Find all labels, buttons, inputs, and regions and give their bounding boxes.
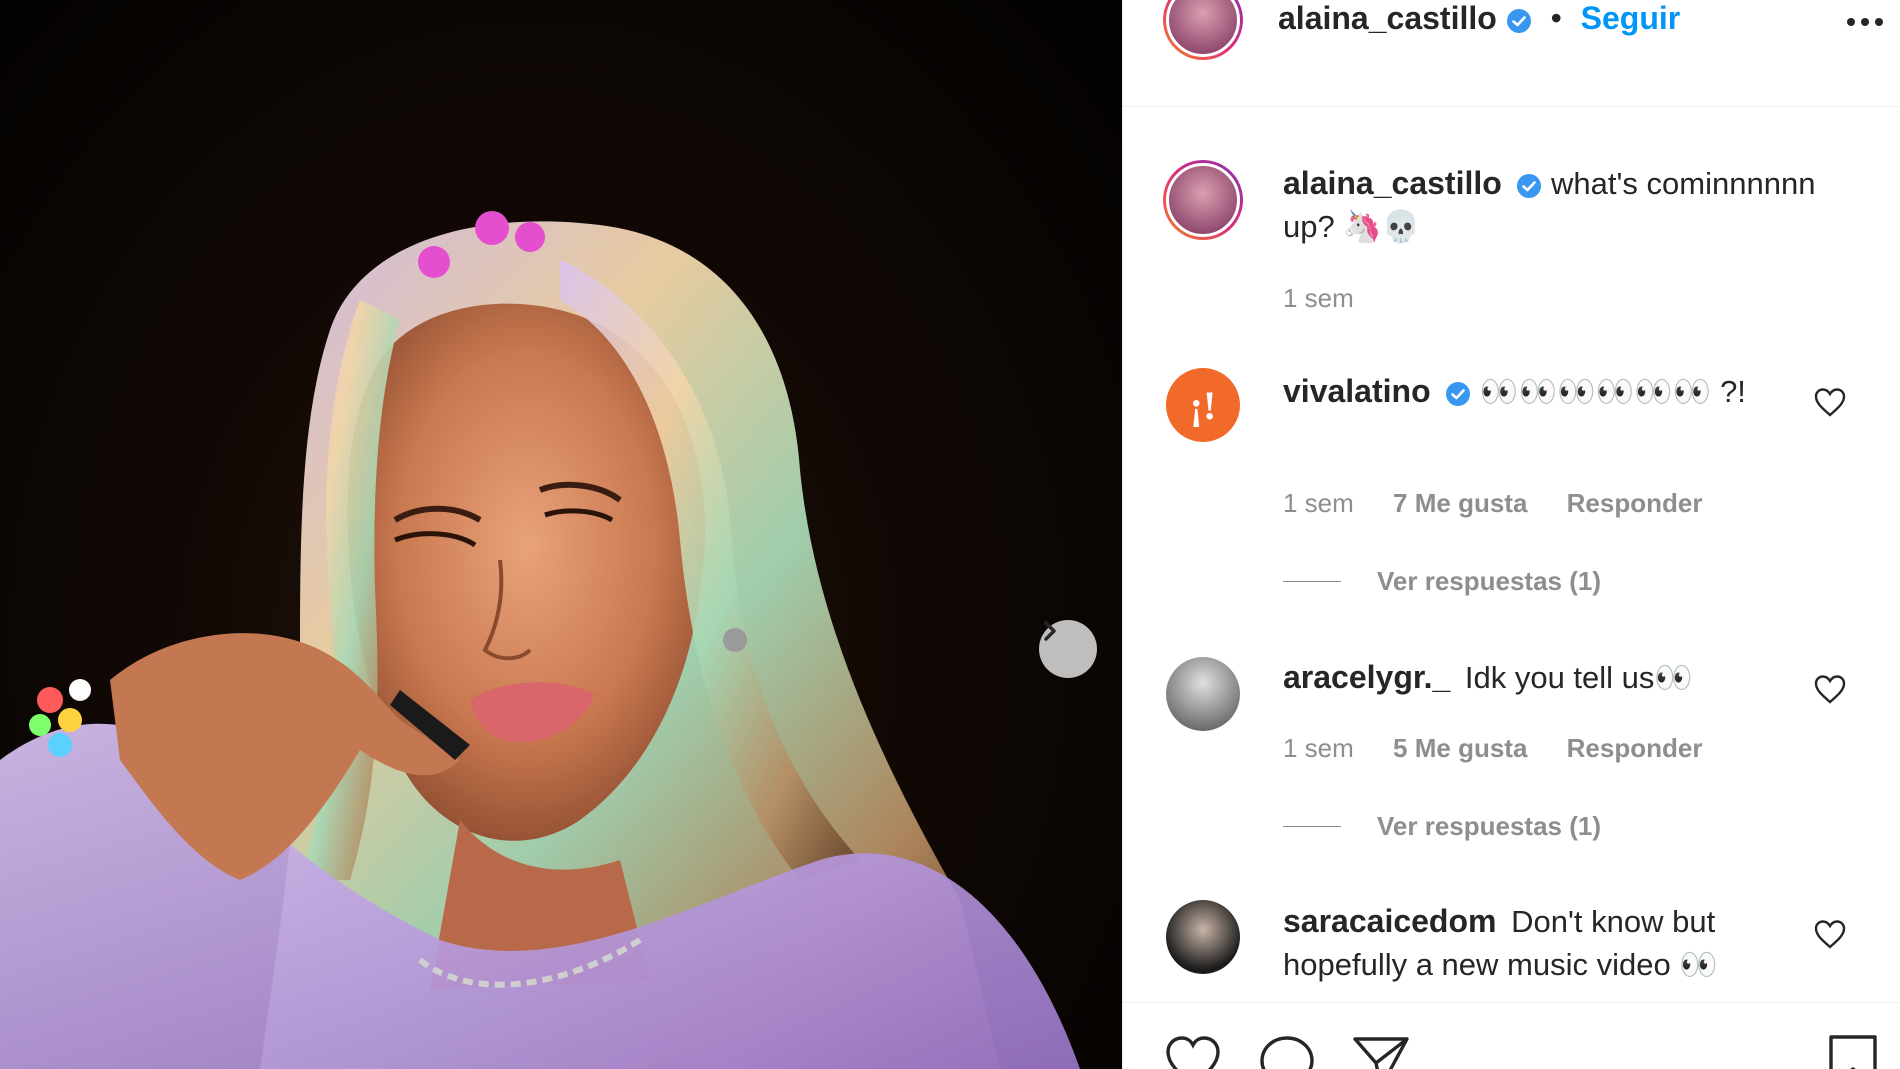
comment-time[interactable]: 1 sem	[1283, 488, 1354, 518]
post-action-bar	[1123, 1002, 1900, 1069]
caption-avatar[interactable]	[1163, 160, 1243, 240]
like-comment-heart-icon[interactable]	[1813, 918, 1847, 950]
post-author-username[interactable]: alaina_castillo	[1278, 0, 1497, 36]
view-replies-button[interactable]: Ver respuestas (1)	[1283, 566, 1601, 597]
reply-button[interactable]: Responder	[1567, 733, 1703, 763]
caption-time[interactable]: 1 sem	[1283, 283, 1354, 313]
post-header: alaina_castillo • Seguir	[1123, 0, 1900, 107]
header-separator: •	[1550, 0, 1562, 36]
verified-badge-icon	[1517, 173, 1542, 198]
comment-vivalatino: vivalatino 👀👀👀👀👀👀 ?!	[1283, 370, 1803, 413]
replies-divider	[1283, 826, 1341, 827]
comment-avatar-aracelygr[interactable]	[1166, 657, 1240, 731]
more-options-icon[interactable]	[1843, 10, 1887, 34]
comment-bubble-icon[interactable]	[1257, 1033, 1317, 1069]
comment-avatar-saracaicedom[interactable]	[1166, 900, 1240, 974]
comment-username[interactable]: saracaicedom	[1283, 903, 1496, 939]
vivalatino-logo: ¡!	[1189, 382, 1217, 428]
like-comment-heart-icon[interactable]	[1813, 673, 1847, 705]
comment-time[interactable]: 1 sem	[1283, 733, 1354, 763]
view-replies-button[interactable]: Ver respuestas (1)	[1283, 811, 1601, 842]
next-photo-button[interactable]	[1039, 620, 1097, 678]
verified-badge-icon	[1446, 381, 1471, 406]
comment-likes[interactable]: 5 Me gusta	[1393, 733, 1527, 763]
share-send-icon[interactable]	[1351, 1033, 1411, 1069]
comment-username[interactable]: vivalatino	[1283, 373, 1431, 409]
chevron-right-icon	[1044, 621, 1056, 641]
save-bookmark-icon[interactable]	[1827, 1033, 1879, 1069]
comment-avatar-vivalatino[interactable]: ¡!	[1166, 368, 1240, 442]
comment-aracelygr: aracelygr._ Idk you tell us👀	[1283, 656, 1803, 699]
post-media[interactable]	[0, 0, 1122, 1069]
post-author-line: alaina_castillo • Seguir	[1278, 0, 1680, 36]
comment-text: 👀👀👀👀👀👀 ?!	[1479, 374, 1746, 409]
caption: alaina_castillo what's cominnnnnn up? 🦄💀	[1283, 162, 1863, 248]
comment-saracaicedom: saracaicedom Don't know but hopefully a …	[1283, 900, 1803, 986]
replies-divider	[1283, 581, 1341, 582]
view-replies-label: Ver respuestas (1)	[1377, 811, 1602, 841]
post-photo	[0, 211, 1080, 1069]
comment-text: Idk you tell us👀	[1464, 660, 1694, 695]
follow-button[interactable]: Seguir	[1581, 0, 1681, 36]
like-comment-heart-icon[interactable]	[1813, 386, 1847, 418]
verified-badge-icon	[1506, 8, 1531, 33]
caption-username[interactable]: alaina_castillo	[1283, 165, 1502, 201]
like-heart-icon[interactable]	[1163, 1033, 1223, 1069]
comment-meta: 1 sem 7 Me gusta Responder	[1283, 488, 1734, 519]
comment-likes[interactable]: 7 Me gusta	[1393, 488, 1527, 518]
view-replies-label: Ver respuestas (1)	[1377, 566, 1602, 596]
post-panel: alaina_castillo • Seguir alaina_castillo…	[1122, 0, 1900, 1069]
comment-meta: 1 sem 5 Me gusta Responder	[1283, 733, 1734, 764]
reply-button[interactable]: Responder	[1567, 488, 1703, 518]
caption-meta: 1 sem	[1283, 283, 1386, 314]
comment-username[interactable]: aracelygr._	[1283, 659, 1450, 695]
author-avatar[interactable]	[1163, 0, 1243, 60]
